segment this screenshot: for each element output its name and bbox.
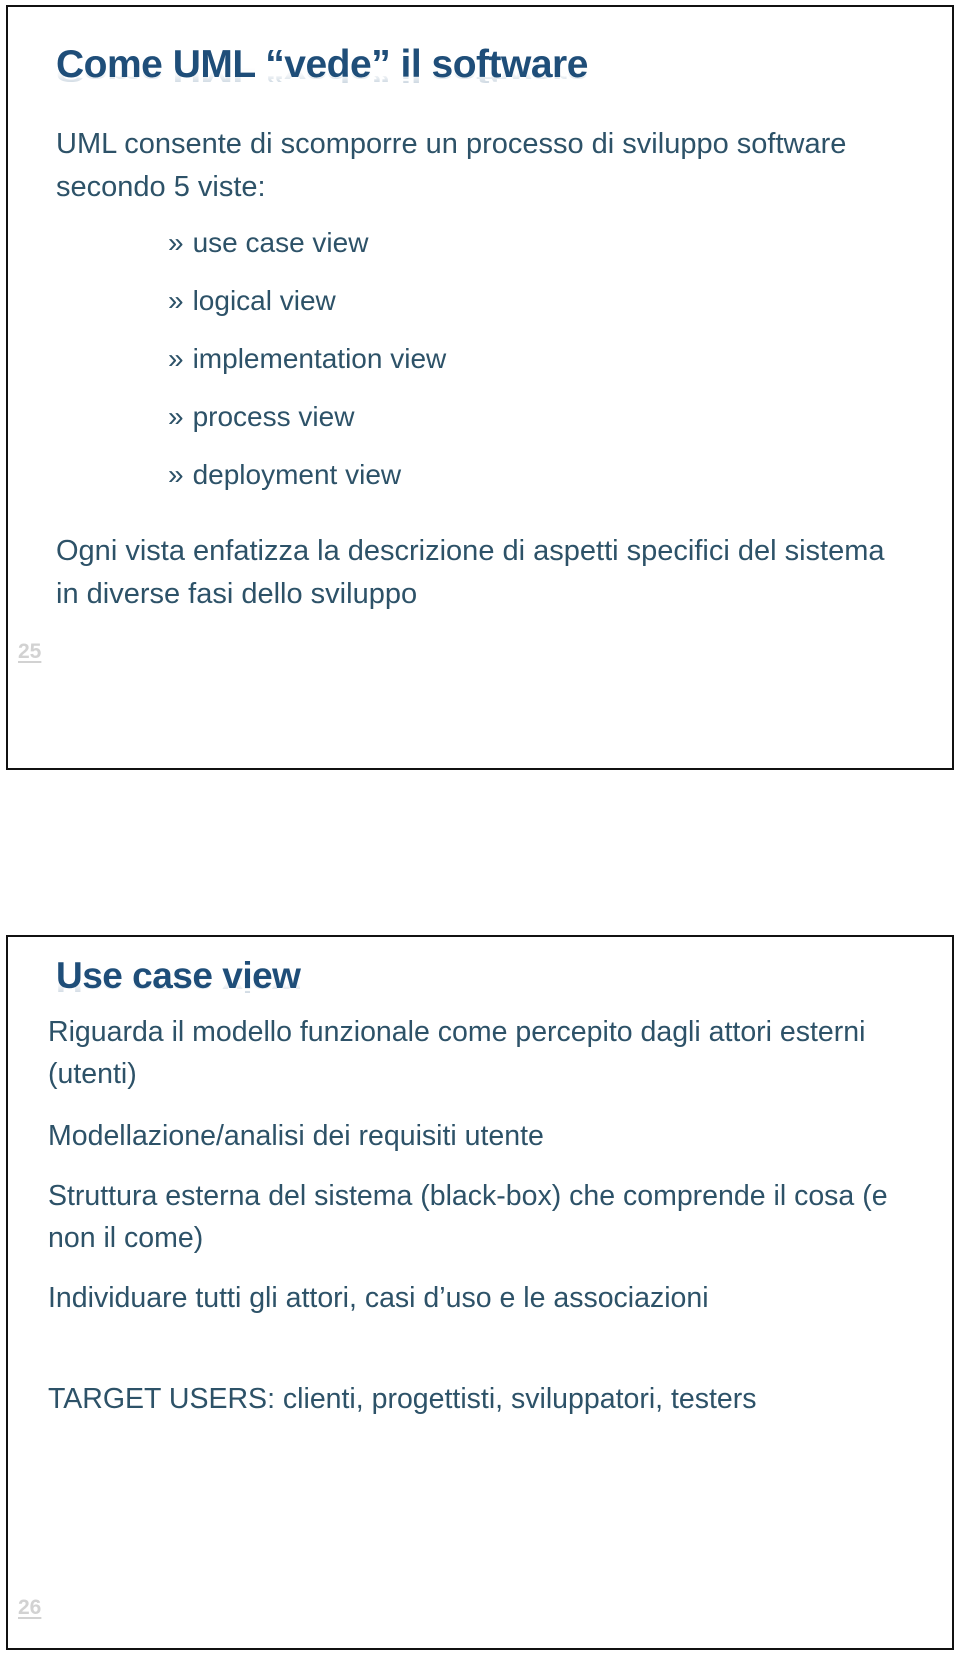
slide-26-paragraph-4: Individuare tutti gli attori, casi d’uso…: [48, 1282, 709, 1314]
chevron-double-right-icon: »: [168, 227, 184, 258]
chevron-double-right-icon: »: [168, 459, 184, 490]
list-item-label: logical view: [192, 285, 336, 316]
slide-25-intro-text: UML consente di scomporre un processo di…: [56, 128, 847, 203]
slide-26-paragraph-3: Struttura esterna del sistema (black-box…: [48, 1180, 888, 1254]
list-item-label: deployment view: [192, 459, 402, 490]
list-item-label: use case view: [192, 227, 369, 258]
list-item: » process view: [168, 403, 868, 431]
list-item: » use case view: [168, 229, 868, 257]
slide-25-title: Come UML “vede” il software: [56, 43, 588, 86]
slide-26-target-users: TARGET USERS: clienti, progettisti, svil…: [48, 1383, 757, 1415]
list-item: » logical view: [168, 287, 868, 315]
handout-page: Come UML “vede” il software Come UML “ve…: [0, 0, 960, 1654]
chevron-double-right-icon: »: [168, 401, 184, 432]
page-number-25: 25: [18, 640, 42, 663]
list-item-label: implementation view: [192, 343, 447, 374]
slide-26-paragraph-2: Modellazione/analisi dei requisiti utent…: [48, 1120, 544, 1152]
slide-25-outro-text: Ogni vista enfatizza la descrizione di a…: [56, 535, 885, 610]
slide-26-paragraph-1: Riguarda il modello funzionale come perc…: [48, 1016, 866, 1090]
chevron-double-right-icon: »: [168, 343, 184, 374]
list-item: » implementation view: [168, 345, 868, 373]
list-item: » deployment view: [168, 461, 868, 489]
slide-25-views-list: » use case view » logical view » implementa…: [168, 229, 868, 519]
page-number-26: 26: [18, 1596, 42, 1619]
slide-26-title: Use case view: [56, 955, 301, 996]
chevron-double-right-icon: »: [168, 285, 184, 316]
list-item-label: process view: [192, 401, 355, 432]
slide-25: Come UML “vede” il software Come UML “ve…: [6, 5, 954, 770]
slide-25-title-block: Come UML “vede” il software Come UML “ve…: [56, 45, 588, 124]
